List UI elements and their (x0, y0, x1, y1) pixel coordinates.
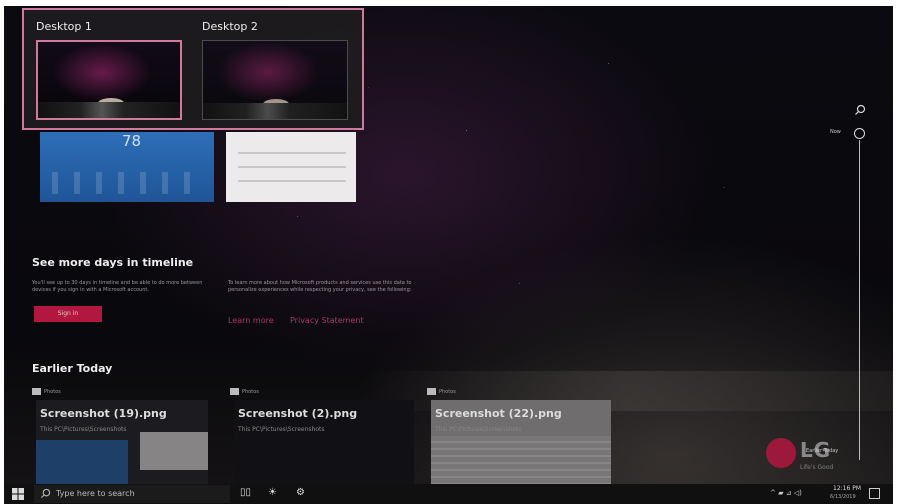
card-path: This PC\Pictures\Screenshots (238, 426, 325, 433)
taskbar: Type here to search ▯▯ ☀ ⚙ ^ ▰ ⊿ ◁) 12:1… (4, 484, 893, 504)
card-preview (140, 432, 208, 470)
clock-time[interactable]: 12:16 PM (833, 485, 861, 492)
see-more-left-text: You'll see up to 30 days in timeline and… (32, 280, 203, 293)
timeline-now-label: Now (830, 129, 841, 135)
learn-more-link[interactable]: Learn more (228, 316, 274, 325)
sign-in-button[interactable]: Sign in (34, 306, 102, 322)
privacy-statement-link[interactable]: Privacy Statement (290, 316, 364, 325)
timeline-view: Desktop 1 Desktop 2 78 See more days in … (4, 6, 893, 484)
desktop-2-label: Desktop 2 (202, 20, 258, 33)
search-placeholder: Type here to search (56, 489, 135, 498)
windows-start-icon[interactable] (12, 488, 24, 500)
card-2-app-name: Photos (242, 389, 259, 395)
task-view-icon[interactable]: ▯▯ (240, 487, 251, 498)
weather-activity-thumbnail[interactable]: 78 (40, 132, 214, 202)
activity-card-screenshot-2[interactable]: Screenshot (2).png This PC\Pictures\Scre… (234, 400, 414, 484)
desktop-1-thumbnail[interactable] (36, 40, 182, 120)
card-preview (36, 440, 128, 484)
brightness-icon[interactable]: ☀ (268, 487, 277, 498)
thumb-taskbar (38, 102, 180, 118)
clock-date[interactable]: 6/13/2019 (830, 494, 856, 500)
card-1-app: Photos (32, 388, 61, 395)
card-path: This PC\Pictures\Screenshots (435, 426, 522, 433)
desktop-2-thumbnail[interactable] (202, 40, 348, 120)
weather-temperature: 78 (122, 132, 142, 150)
card-2-app: Photos (230, 388, 259, 395)
lg-slogan: Life's Good (800, 464, 834, 471)
card-1-app-name: Photos (44, 389, 61, 395)
settings-activity-thumbnail[interactable] (226, 132, 356, 202)
photos-icon (230, 388, 239, 395)
virtual-desktop-switcher: Desktop 1 Desktop 2 (22, 8, 364, 130)
settings-rows (238, 146, 346, 192)
card-preview (431, 436, 611, 484)
desktop-1-label: Desktop 1 (36, 20, 92, 33)
notification-icon[interactable] (869, 488, 880, 499)
card-title: Screenshot (2).png (238, 407, 358, 420)
photos-icon (427, 388, 436, 395)
taskbar-search-box[interactable]: Type here to search (34, 485, 230, 503)
earlier-today-heading: Earlier Today (32, 362, 113, 375)
see-more-heading: See more days in timeline (32, 256, 194, 269)
card-title: Screenshot (22).png (435, 407, 562, 420)
activity-card-screenshot-22[interactable]: Screenshot (22).png This PC\Pictures\Scr… (431, 400, 611, 484)
see-more-right-text: To learn more about how Microsoft produc… (228, 280, 412, 293)
thumb-taskbar (203, 103, 347, 119)
system-tray[interactable]: ^ ▰ ⊿ ◁) (770, 489, 802, 497)
card-path: This PC\Pictures\Screenshots (40, 426, 127, 433)
timeline-search-icon[interactable] (854, 104, 866, 116)
activity-card-screenshot-19[interactable]: Screenshot (19).png This PC\Pictures\Scr… (36, 400, 208, 484)
card-3-app: Photos (427, 388, 456, 395)
gear-icon[interactable]: ⚙ (296, 487, 305, 498)
timeline-scrollbar[interactable] (859, 140, 860, 460)
weather-forecast-rows (52, 172, 202, 194)
lg-logo-icon (766, 438, 796, 468)
lg-logo-text: LG (800, 438, 832, 462)
photos-icon (32, 388, 41, 395)
search-icon (40, 488, 51, 499)
card-title: Screenshot (19).png (40, 407, 167, 420)
timeline-now-marker[interactable] (854, 128, 865, 139)
card-3-app-name: Photos (439, 389, 456, 395)
